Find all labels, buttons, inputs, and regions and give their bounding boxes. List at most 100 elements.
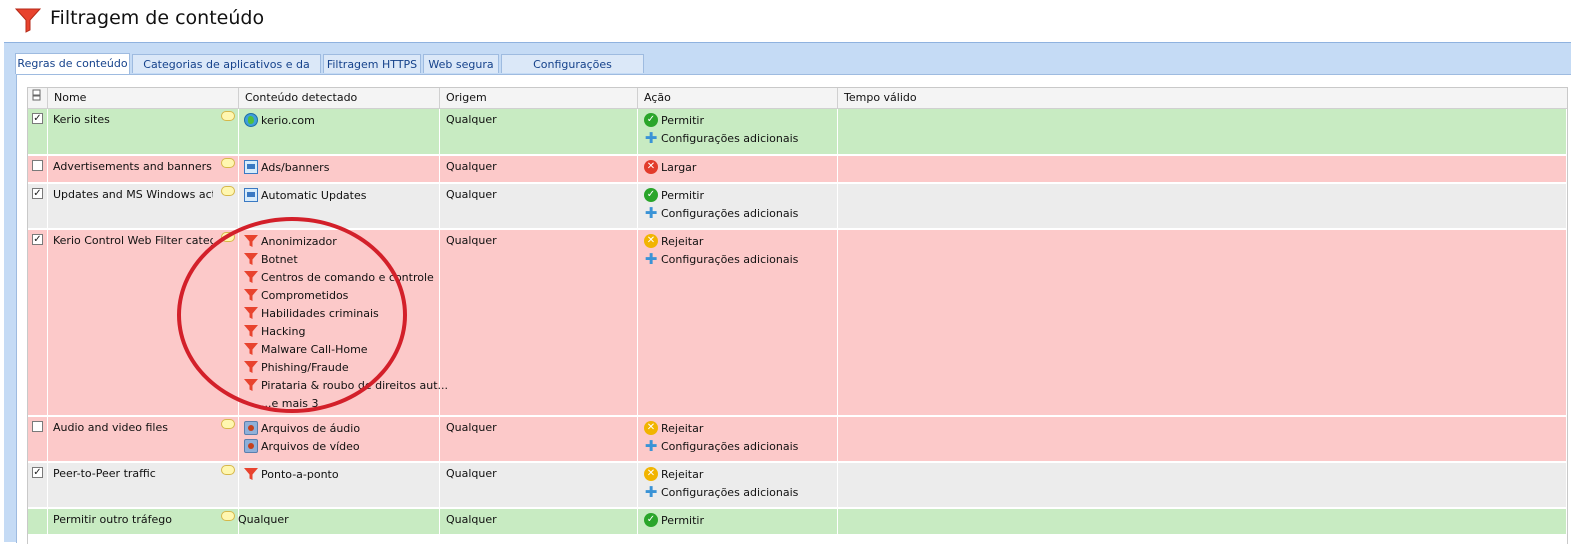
plus-icon: ✚	[644, 204, 658, 222]
tab-filtragem-https[interactable]: Filtragem HTTPS	[323, 54, 421, 73]
table-row[interactable]: ✓ Kerio sites kerio.com Qualquer ✓ Permitir ✚ C…	[28, 109, 1567, 155]
window-header: Filtragem de conteúdo	[0, 0, 1571, 42]
content-label: Automatic Updates	[261, 188, 367, 202]
additional-settings-link[interactable]: ✚ Configurações adicionais	[644, 485, 799, 500]
column-header-action[interactable]: Ação	[638, 88, 838, 108]
rule-enabled-checkbox[interactable]: ✓	[32, 188, 43, 199]
funnel-icon	[244, 306, 258, 320]
action-label: Rejeitar	[661, 234, 704, 248]
rule-name[interactable]: Kerio Control Web Filter catego...	[53, 234, 213, 247]
rule-enabled-checkbox[interactable]	[32, 421, 43, 432]
time-cell	[838, 156, 1567, 182]
tab-content: Nome Conteúdo detectado Origem Ação Temp…	[16, 74, 1571, 544]
table-row[interactable]: Advertisements and banners Ads/banners Qua…	[28, 156, 1567, 183]
tab-bar: Regras de conteúdo Categorias de aplicat…	[4, 43, 1571, 90]
funnel-icon	[244, 324, 258, 338]
rule-enabled-checkbox[interactable]	[32, 160, 43, 171]
grid-header: Nome Conteúdo detectado Origem Ação Temp…	[28, 88, 1567, 109]
ads-icon	[244, 160, 258, 174]
enabled-column-header[interactable]	[28, 88, 48, 108]
funnel-icon	[244, 467, 258, 481]
tab-categorias[interactable]: Categorias de aplicativos e da web	[132, 54, 321, 90]
name-cell	[48, 230, 239, 415]
media-icon	[244, 439, 258, 453]
additional-settings-link[interactable]: ✚ Configurações adicionais	[644, 204, 799, 222]
origin-value: Qualquer	[446, 421, 497, 434]
ads-icon	[244, 188, 258, 202]
tab-regras-de-conteudo[interactable]: Regras de conteúdo	[15, 53, 130, 74]
rule-name[interactable]: Permitir outro tráfego	[53, 513, 213, 526]
rule-enabled-checkbox[interactable]: ✓	[32, 467, 43, 478]
rule-name[interactable]: Advertisements and banners	[53, 160, 213, 173]
media-icon	[244, 421, 258, 435]
origin-value: Qualquer	[446, 113, 497, 126]
content-label: Malware Call-Home	[261, 342, 368, 356]
comment-icon[interactable]	[221, 111, 235, 121]
content-item: Botnet	[244, 252, 298, 266]
time-cell	[838, 509, 1567, 534]
check-icon: ✓	[644, 113, 658, 127]
table-row[interactable]: ✓ Kerio Control Web Filter catego... Anoni…	[28, 230, 1567, 416]
additional-settings-link[interactable]: ✚ Configurações adicionais	[644, 129, 799, 147]
comment-icon[interactable]	[221, 158, 235, 168]
plus-icon: ✚	[644, 129, 658, 147]
origin-value: Qualquer	[446, 160, 497, 173]
rule-enabled-checkbox[interactable]: ✓	[32, 113, 43, 124]
action-label: Configurações adicionais	[661, 206, 799, 220]
drop-icon: ✕	[644, 160, 658, 174]
origin-value: Qualquer	[446, 234, 497, 247]
action-label: Largar	[661, 160, 697, 174]
comment-icon[interactable]	[221, 232, 235, 242]
tab-web-segura[interactable]: Web segura	[423, 54, 499, 73]
content-item: Ads/banners	[244, 160, 329, 174]
tab-configuracoes-avancadas[interactable]: Configurações avançadas	[501, 54, 644, 90]
additional-settings-link[interactable]: ✚ Configurações adicionais	[644, 250, 799, 268]
table-row[interactable]: ✓ Updates and MS Windows activ... Automati…	[28, 184, 1567, 229]
funnel-icon	[244, 378, 258, 392]
origin-value: Qualquer	[446, 467, 497, 480]
column-header-time[interactable]: Tempo válido	[838, 88, 1567, 108]
comment-icon[interactable]	[221, 419, 235, 429]
globe-icon	[244, 113, 258, 127]
content-label: Ponto-a-ponto	[261, 467, 339, 481]
comment-icon[interactable]	[221, 465, 235, 475]
comment-icon[interactable]	[221, 511, 235, 521]
action-label: Configurações adicionais	[661, 439, 799, 453]
checkbox-column-icon	[32, 89, 41, 101]
origin-value: Qualquer	[446, 188, 497, 201]
content-label: Anonimizador	[261, 234, 337, 248]
content-label: Comprometidos	[261, 288, 349, 302]
column-header-origin[interactable]: Origem	[440, 88, 638, 108]
content-item: Hacking	[244, 324, 305, 338]
content-label: Phishing/Fraude	[261, 360, 349, 374]
column-header-content[interactable]: Conteúdo detectado	[239, 88, 440, 108]
action-label: Configurações adicionais	[661, 252, 799, 266]
rule-name[interactable]: Audio and video files	[53, 421, 213, 434]
table-row[interactable]: ✓ Peer-to-Peer traffic Ponto-a-ponto Qualqu…	[28, 463, 1567, 508]
table-row[interactable]: Audio and video files Arquivos de áudio Ar…	[28, 417, 1567, 462]
action-item: ✕ Rejeitar	[644, 234, 703, 248]
additional-settings-link[interactable]: ✚ Configurações adicionais	[644, 439, 799, 454]
table-row[interactable]: Permitir outro tráfego Qualquer Qualquer ✓ P…	[28, 509, 1567, 535]
plus-icon: ✚	[644, 250, 658, 268]
content-label: Ads/banners	[261, 160, 330, 174]
check-icon: ✓	[644, 188, 658, 202]
action-label: Permitir	[661, 513, 705, 527]
comment-icon[interactable]	[221, 186, 235, 196]
action-item: ✓ Permitir	[644, 188, 704, 202]
column-header-name[interactable]: Nome	[48, 88, 239, 108]
content-item: Centros de comando e controle	[244, 270, 434, 284]
rule-name[interactable]: Peer-to-Peer traffic	[53, 467, 213, 480]
origin-value: Qualquer	[446, 513, 497, 526]
content-item: ...e mais 3	[244, 396, 319, 410]
action-item: ✓ Permitir	[644, 113, 704, 127]
rule-enabled-checkbox[interactable]: ✓	[32, 234, 43, 245]
rule-name[interactable]: Updates and MS Windows activ...	[53, 188, 213, 201]
rule-name[interactable]: Kerio sites	[53, 113, 213, 126]
checkbox-cell	[28, 509, 48, 534]
time-cell	[838, 463, 1567, 507]
origin-cell	[440, 230, 638, 415]
checkbox-cell	[28, 230, 48, 415]
funnel-icon	[244, 342, 258, 356]
action-label: Rejeitar	[661, 421, 704, 435]
